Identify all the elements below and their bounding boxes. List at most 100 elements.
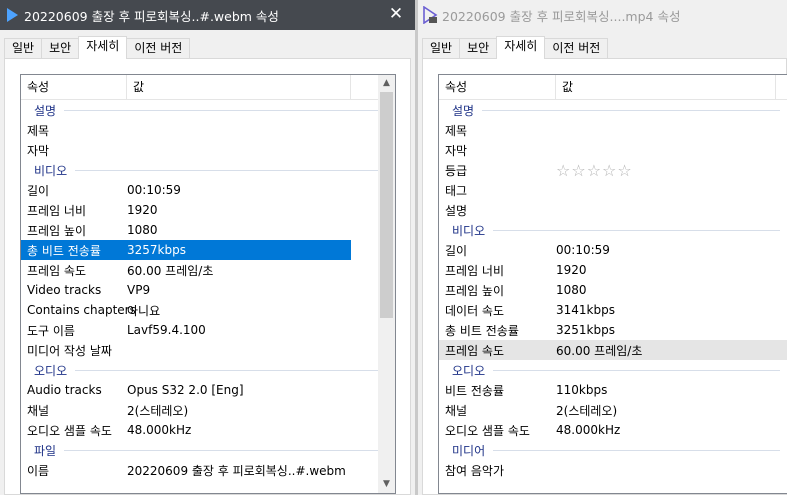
property-value: 3141kbps — [556, 303, 615, 317]
list-item[interactable]: 프레임 높이 1080 — [439, 280, 787, 300]
list-item[interactable]: 도구 이름 Lavf59.4.100 — [21, 320, 351, 340]
list-item[interactable]: 등급 ☆☆☆☆☆ — [439, 160, 787, 180]
list-item[interactable]: 이름 20220609 출장 후 피로회복싱..#.webm — [21, 460, 351, 480]
list-item[interactable]: 제목 — [439, 120, 787, 140]
property-name: 길이 — [445, 243, 468, 258]
video-file-icon — [423, 6, 438, 24]
group-label: 파일 — [34, 443, 57, 458]
list-item[interactable]: 프레임 너비 1920 — [21, 200, 351, 220]
property-value: 00:10:59 — [556, 243, 610, 257]
list-item[interactable]: 자막 — [439, 140, 787, 160]
property-name: 등급 — [445, 163, 468, 178]
list-item[interactable]: 데이터 속도 3141kbps — [439, 300, 787, 320]
list-item[interactable]: 제목 — [21, 120, 351, 140]
tab-strip: 일반 보안 자세히 이전 버전 — [4, 36, 191, 59]
group-label: 비디오 — [452, 223, 486, 238]
window-title: 20220609 출장 후 피로회복싱....mp4 속성 — [442, 8, 681, 24]
list-item[interactable]: 길이 00:10:59 — [439, 240, 787, 260]
value-column-header[interactable]: 값 — [127, 75, 351, 100]
tab-previous-versions[interactable]: 이전 버전 — [126, 38, 191, 59]
tab-details[interactable]: 자세히 — [496, 36, 546, 59]
property-column-header[interactable]: 속성 — [21, 75, 127, 100]
tab-details[interactable]: 자세히 — [78, 36, 128, 59]
property-name: 프레임 높이 — [445, 283, 505, 298]
property-name: 참여 음악가 — [445, 463, 505, 478]
list-header: 속성 값 — [439, 75, 787, 100]
group-label: 미디어 — [452, 443, 486, 458]
list-item[interactable]: 설명 — [439, 200, 787, 220]
close-button[interactable]: ✕ — [383, 2, 409, 28]
list-item[interactable]: 프레임 너비 1920 — [439, 260, 787, 280]
property-name: 길이 — [27, 183, 50, 198]
group-label: 설명 — [452, 103, 475, 118]
list-item-selected[interactable]: 총 비트 전송률 3257kbps — [21, 240, 351, 260]
property-value: 60.00 프레임/초 — [127, 263, 214, 278]
scroll-down-arrow-icon[interactable]: ▼ — [378, 476, 395, 493]
list-item[interactable]: 자막 — [21, 140, 351, 160]
property-name: 이름 — [27, 463, 50, 478]
property-value: 아니요 — [127, 303, 161, 318]
list-item[interactable]: Contains chapters 아니요 — [21, 300, 351, 320]
details-panel: 속성 값 설명 제목 자막 비디오 길이 00:10:59 프레임 너비 1920 … — [4, 58, 411, 495]
property-name: 오디오 샘플 속도 — [445, 423, 530, 438]
group-media: 미디어 — [439, 440, 787, 460]
group-audio: 오디오 — [21, 360, 395, 380]
list-item[interactable]: 미디어 작성 날짜 — [21, 340, 351, 360]
list-item[interactable]: 프레임 높이 1080 — [21, 220, 351, 240]
list-item[interactable]: Audio tracks Opus S32 2.0 [Eng] — [21, 380, 351, 400]
property-value: 00:10:59 — [127, 183, 181, 197]
property-value: 110kbps — [556, 383, 608, 397]
property-name: 도구 이름 — [27, 323, 75, 338]
list-item[interactable]: 총 비트 전송률 3251kbps — [439, 320, 787, 340]
list-item[interactable]: 채널 2(스테레오) — [439, 400, 787, 420]
list-item[interactable]: 태그 — [439, 180, 787, 200]
property-value: 1080 — [127, 223, 158, 237]
list-item[interactable]: 오디오 샘플 속도 48.000kHz — [439, 420, 787, 440]
details-panel: 속성 값 설명 제목 자막 등급 ☆☆☆☆☆ 태그 설명 비디오 길이 00:10:… — [422, 58, 787, 495]
tab-general[interactable]: 일반 — [4, 38, 43, 59]
property-list[interactable]: 속성 값 설명 제목 자막 비디오 길이 00:10:59 프레임 너비 1920 … — [20, 74, 396, 494]
title-bar[interactable]: 20220609 출장 후 피로회복싱..#.webm 속성 ✕ — [0, 0, 415, 30]
property-name: 총 비트 전송률 — [445, 323, 519, 338]
title-bar[interactable]: 20220609 출장 후 피로회복싱....mp4 속성 — [418, 0, 787, 30]
property-column-header[interactable]: 속성 — [439, 75, 556, 100]
property-name: 제목 — [445, 123, 468, 138]
property-name: 설명 — [445, 203, 468, 218]
property-name: Contains chapters — [27, 303, 136, 317]
group-label: 설명 — [34, 103, 57, 118]
property-name: Video tracks — [27, 283, 102, 297]
tab-general[interactable]: 일반 — [422, 38, 461, 59]
tab-security[interactable]: 보안 — [459, 38, 498, 59]
webm-properties-dialog: 20220609 출장 후 피로회복싱..#.webm 속성 ✕ 일반 보안 자… — [0, 0, 415, 495]
property-name: 프레임 높이 — [27, 223, 87, 238]
group-description: 설명 — [439, 100, 787, 120]
property-value: 2(스테레오) — [127, 403, 189, 418]
vertical-scrollbar[interactable]: ▲ ▼ — [378, 75, 395, 493]
rating-stars-icon[interactable]: ☆☆☆☆☆ — [556, 161, 633, 180]
value-column-header[interactable]: 값 — [556, 75, 776, 100]
property-name: 프레임 너비 — [27, 203, 87, 218]
property-value: 60.00 프레임/초 — [556, 343, 643, 358]
list-item[interactable]: 비트 전송률 110kbps — [439, 380, 787, 400]
property-list[interactable]: 속성 값 설명 제목 자막 등급 ☆☆☆☆☆ 태그 설명 비디오 길이 00:10:… — [438, 74, 787, 494]
tab-security[interactable]: 보안 — [41, 38, 80, 59]
tab-strip: 일반 보안 자세히 이전 버전 — [422, 36, 609, 59]
list-item[interactable]: 참여 음악가 — [439, 460, 787, 480]
property-name: 자막 — [27, 143, 50, 158]
scroll-up-arrow-icon[interactable]: ▲ — [378, 75, 395, 92]
list-item[interactable]: 채널 2(스테레오) — [21, 400, 351, 420]
property-value: 3257kbps — [127, 243, 186, 257]
property-value: 3251kbps — [556, 323, 615, 337]
list-item-hovered[interactable]: 프레임 속도 60.00 프레임/초 — [439, 340, 787, 360]
group-label: 비디오 — [34, 163, 68, 178]
group-description: 설명 — [21, 100, 395, 120]
list-item[interactable]: 길이 00:10:59 — [21, 180, 351, 200]
property-name: 자막 — [445, 143, 468, 158]
list-item[interactable]: 오디오 샘플 속도 48.000kHz — [21, 420, 351, 440]
list-item[interactable]: Video tracks VP9 — [21, 280, 351, 300]
scrollbar-thumb[interactable] — [380, 92, 393, 318]
property-name: Audio tracks — [27, 383, 102, 397]
property-name: 미디어 작성 날짜 — [27, 343, 112, 358]
list-item[interactable]: 프레임 속도 60.00 프레임/초 — [21, 260, 351, 280]
tab-previous-versions[interactable]: 이전 버전 — [544, 38, 609, 59]
